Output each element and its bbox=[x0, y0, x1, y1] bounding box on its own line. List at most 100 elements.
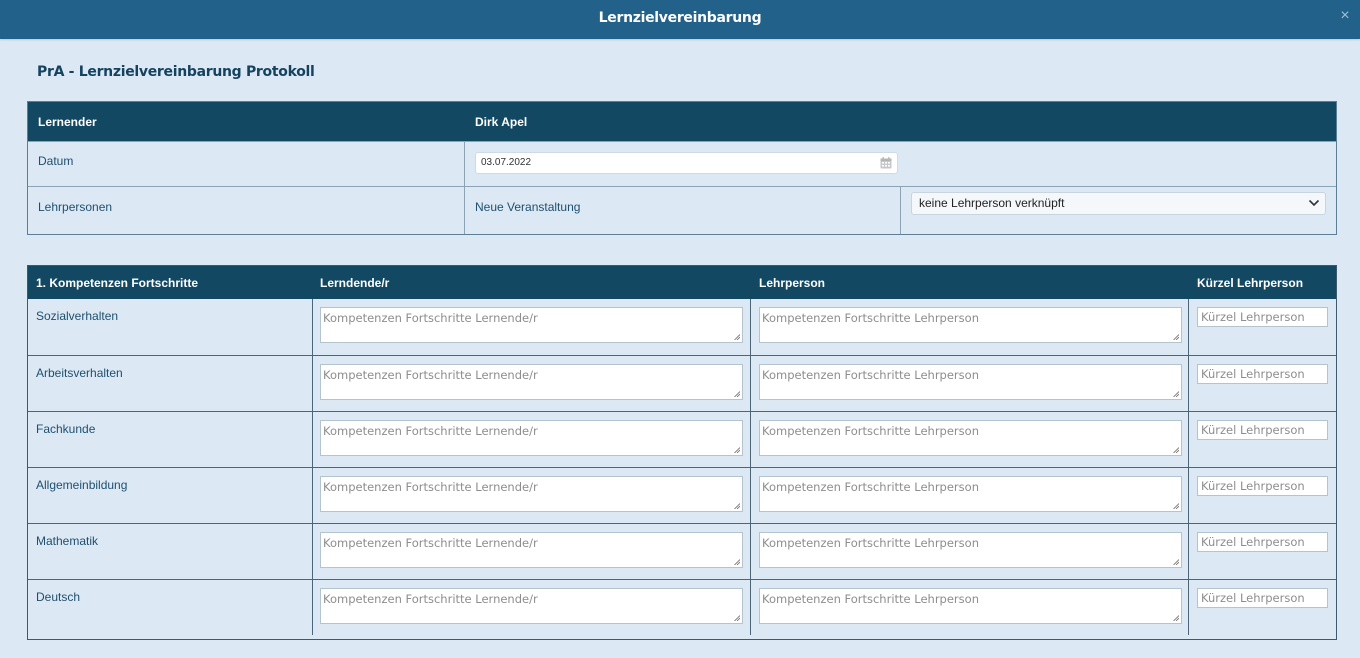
column-divider bbox=[1188, 580, 1189, 635]
teacher-short-placeholder: Kürzel Lehrperson bbox=[1201, 367, 1305, 381]
teacher-select[interactable]: keine Lehrperson verknüpft bbox=[911, 192, 1326, 215]
page-heading: PrA - Lernzielvereinbarung Protokoll bbox=[37, 64, 315, 80]
teacher-short-placeholder: Kürzel Lehrperson bbox=[1201, 591, 1305, 605]
teacher-short-input[interactable]: Kürzel Lehrperson bbox=[1197, 532, 1328, 552]
learner-progress-textarea[interactable]: Kompetenzen Fortschritte Lernende/r bbox=[320, 588, 743, 624]
column-divider bbox=[312, 468, 313, 523]
resize-grip-icon[interactable] bbox=[1173, 334, 1179, 340]
teacher-column-header: Lehrperson bbox=[759, 276, 826, 290]
competence-row: Sozialverhalten Kompetenzen Fortschritte … bbox=[28, 299, 1336, 355]
resize-grip-icon[interactable] bbox=[734, 447, 740, 453]
resize-grip-icon[interactable] bbox=[1173, 503, 1179, 509]
column-divider bbox=[312, 412, 313, 467]
competence-row-label: Sozialverhalten bbox=[36, 309, 119, 323]
column-divider bbox=[312, 299, 313, 355]
competence-row: Fachkunde Kompetenzen Fortschritte Lernen… bbox=[28, 411, 1336, 467]
resize-grip-icon[interactable] bbox=[734, 503, 740, 509]
resize-grip-icon[interactable] bbox=[734, 615, 740, 621]
teacher-short-input[interactable]: Kürzel Lehrperson bbox=[1197, 364, 1328, 384]
competence-row-label: Arbeitsverhalten bbox=[36, 366, 123, 380]
learner-progress-textarea-placeholder: Kompetenzen Fortschritte Lernende/r bbox=[323, 480, 538, 494]
teacher-progress-textarea[interactable]: Kompetenzen Fortschritte Lehrperson bbox=[759, 532, 1182, 568]
learner-info-table: Lernender Dirk Apel Datum 03.07.2022 Leh… bbox=[27, 101, 1337, 235]
resize-grip-icon[interactable] bbox=[1173, 615, 1179, 621]
teacher-short-placeholder: Kürzel Lehrperson bbox=[1201, 310, 1305, 324]
resize-grip-icon[interactable] bbox=[734, 391, 740, 397]
teacher-select-value: keine Lehrperson verknüpft bbox=[919, 196, 1065, 210]
competence-header-title: 1. Kompetenzen Fortschritte bbox=[36, 276, 199, 290]
column-divider bbox=[750, 468, 751, 523]
column-divider bbox=[1188, 356, 1189, 411]
competence-row-label: Allgemeinbildung bbox=[36, 478, 128, 492]
teacher-progress-textarea-placeholder: Kompetenzen Fortschritte Lehrperson bbox=[762, 368, 979, 382]
column-divider bbox=[312, 356, 313, 411]
column-divider bbox=[750, 412, 751, 467]
learner-progress-textarea[interactable]: Kompetenzen Fortschritte Lernende/r bbox=[320, 476, 743, 512]
date-input[interactable]: 03.07.2022 bbox=[475, 152, 898, 174]
teacher-progress-textarea-placeholder: Kompetenzen Fortschritte Lehrperson bbox=[762, 311, 979, 325]
column-divider bbox=[750, 299, 751, 355]
chevron-down-icon bbox=[1308, 199, 1320, 207]
calendar-icon[interactable] bbox=[880, 157, 892, 169]
event-label: Neue Veranstaltung bbox=[475, 200, 581, 214]
column-divider bbox=[464, 187, 465, 234]
teacher-short-input[interactable]: Kürzel Lehrperson bbox=[1197, 420, 1328, 440]
competence-row: Arbeitsverhalten Kompetenzen Fortschritte… bbox=[28, 355, 1336, 411]
competence-table: 1. Kompetenzen Fortschritte Lerndende/r … bbox=[27, 265, 1337, 640]
learner-progress-textarea[interactable]: Kompetenzen Fortschritte Lernende/r bbox=[320, 532, 743, 568]
teacher-short-placeholder: Kürzel Lehrperson bbox=[1201, 535, 1305, 549]
date-value: 03.07.2022 bbox=[481, 157, 532, 168]
date-label: Datum bbox=[38, 154, 74, 168]
resize-grip-icon[interactable] bbox=[734, 334, 740, 340]
modal-title: Lernzielvereinbarung bbox=[598, 10, 762, 26]
column-divider bbox=[464, 142, 465, 186]
column-divider bbox=[750, 356, 751, 411]
close-icon[interactable]: × bbox=[1338, 8, 1352, 24]
competence-row-label: Mathematik bbox=[36, 534, 99, 548]
teacher-progress-textarea-placeholder: Kompetenzen Fortschritte Lehrperson bbox=[762, 536, 979, 550]
resize-grip-icon[interactable] bbox=[1173, 391, 1179, 397]
column-divider bbox=[1188, 299, 1189, 355]
learner-progress-textarea-placeholder: Kompetenzen Fortschritte Lernende/r bbox=[323, 368, 538, 382]
teacher-short-placeholder: Kürzel Lehrperson bbox=[1201, 479, 1305, 493]
learner-progress-textarea[interactable]: Kompetenzen Fortschritte Lernende/r bbox=[320, 364, 743, 400]
learner-progress-textarea-placeholder: Kompetenzen Fortschritte Lernende/r bbox=[323, 311, 538, 325]
resize-grip-icon[interactable] bbox=[1173, 559, 1179, 565]
teacher-short-input[interactable]: Kürzel Lehrperson bbox=[1197, 307, 1328, 327]
teacher-progress-textarea-placeholder: Kompetenzen Fortschritte Lehrperson bbox=[762, 424, 979, 438]
column-divider bbox=[1188, 412, 1189, 467]
teacher-progress-textarea[interactable]: Kompetenzen Fortschritte Lehrperson bbox=[759, 364, 1182, 400]
competence-row: Deutsch Kompetenzen Fortschritte Lernende… bbox=[28, 579, 1336, 635]
teacher-progress-textarea[interactable]: Kompetenzen Fortschritte Lehrperson bbox=[759, 476, 1182, 512]
teacher-short-input[interactable]: Kürzel Lehrperson bbox=[1197, 588, 1328, 608]
column-divider bbox=[1188, 524, 1189, 579]
teacher-progress-textarea-placeholder: Kompetenzen Fortschritte Lehrperson bbox=[762, 480, 979, 494]
date-row: Datum 03.07.2022 bbox=[28, 141, 1336, 186]
column-divider bbox=[750, 580, 751, 635]
competence-row: Allgemeinbildung Kompetenzen Fortschritte… bbox=[28, 467, 1336, 523]
learner-info-header: Lernender Dirk Apel bbox=[28, 102, 1336, 141]
teacher-short-placeholder: Kürzel Lehrperson bbox=[1201, 423, 1305, 437]
learner-progress-textarea-placeholder: Kompetenzen Fortschritte Lernende/r bbox=[323, 536, 538, 550]
teacher-progress-textarea[interactable]: Kompetenzen Fortschritte Lehrperson bbox=[759, 420, 1182, 456]
learner-progress-textarea[interactable]: Kompetenzen Fortschritte Lernende/r bbox=[320, 420, 743, 456]
competence-row-label: Deutsch bbox=[36, 590, 81, 604]
column-divider bbox=[312, 580, 313, 635]
resize-grip-icon[interactable] bbox=[1173, 447, 1179, 453]
learner-progress-textarea-placeholder: Kompetenzen Fortschritte Lernende/r bbox=[323, 424, 538, 438]
teachers-row: Lehrpersonen Neue Veranstaltung keine Le… bbox=[28, 186, 1336, 234]
teacher-short-input[interactable]: Kürzel Lehrperson bbox=[1197, 476, 1328, 496]
learner-progress-textarea[interactable]: Kompetenzen Fortschritte Lernende/r bbox=[320, 307, 743, 343]
teacher-progress-textarea[interactable]: Kompetenzen Fortschritte Lehrperson bbox=[759, 588, 1182, 624]
column-divider bbox=[312, 524, 313, 579]
modal-titlebar: Lernzielvereinbarung × bbox=[0, 0, 1360, 39]
column-divider bbox=[750, 524, 751, 579]
learner-header-label: Lernender bbox=[38, 115, 97, 129]
teacher-progress-textarea-placeholder: Kompetenzen Fortschritte Lehrperson bbox=[762, 592, 979, 606]
column-divider bbox=[1188, 468, 1189, 523]
resize-grip-icon[interactable] bbox=[734, 559, 740, 565]
teacher-progress-textarea[interactable]: Kompetenzen Fortschritte Lehrperson bbox=[759, 307, 1182, 343]
column-divider bbox=[900, 187, 901, 234]
learner-name: Dirk Apel bbox=[475, 115, 528, 129]
competence-row: Mathematik Kompetenzen Fortschritte Lerne… bbox=[28, 523, 1336, 579]
